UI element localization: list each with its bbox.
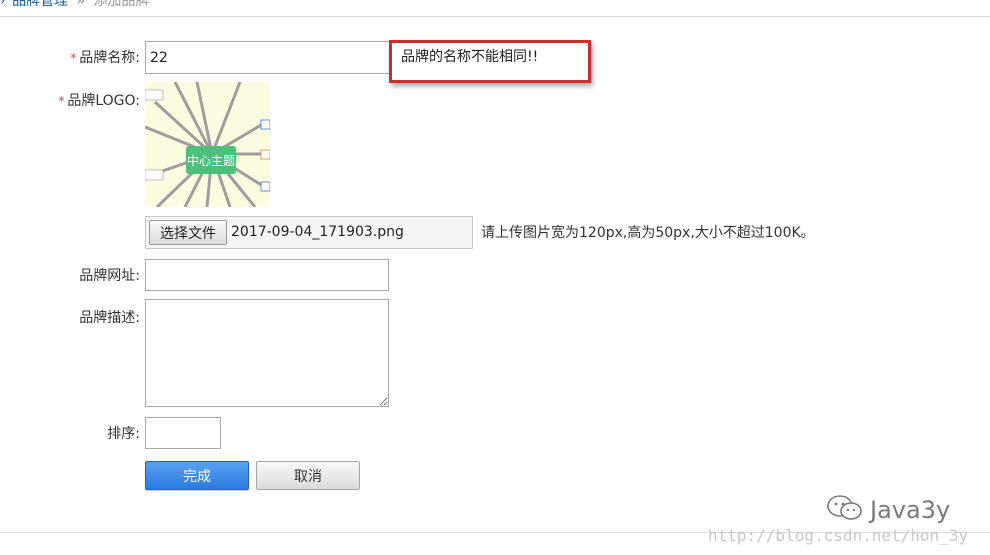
- wechat-icon: [826, 494, 864, 528]
- choose-file-button[interactable]: 选择文件: [149, 220, 227, 245]
- brand-logo-label: * 品牌LOGO:: [58, 93, 140, 109]
- cancel-button[interactable]: 取消: [256, 461, 360, 490]
- brand-name-label: * 品牌名称:: [70, 50, 140, 66]
- brand-url-label: 品牌网址:: [79, 268, 140, 284]
- mindmap-center-topic: 中心主题: [187, 153, 235, 168]
- breadcrumb-separator: »: [76, 0, 86, 9]
- sort-label: 排序:: [107, 426, 140, 442]
- breadcrumb: › 品牌管理 » 添加品牌: [0, 0, 990, 12]
- breadcrumb-brand-management-link[interactable]: 品牌管理: [12, 0, 68, 9]
- watermark-brand: Java3y: [826, 494, 950, 528]
- logo-upload-hint: 请上传图片宽为120px,高为50px,大小不超过100K。: [481, 225, 815, 241]
- breadcrumb-arrow-icon: ›: [0, 0, 6, 9]
- breadcrumb-current: 添加品牌: [93, 0, 150, 9]
- watermark-brand-text: Java3y: [870, 496, 951, 524]
- brand-name-input[interactable]: [145, 41, 393, 74]
- submit-button[interactable]: 完成: [145, 461, 249, 490]
- brand-name-error-message: 品牌的名称不能相同!!: [401, 49, 539, 65]
- brand-description-textarea[interactable]: [145, 299, 389, 407]
- logo-preview-image: 中心主题: [145, 82, 270, 207]
- logo-file-picker: 选择文件 2017-09-04_171903.png: [145, 216, 473, 249]
- required-mark: *: [58, 94, 65, 108]
- header-divider: [0, 16, 990, 17]
- brand-url-input[interactable]: [145, 259, 389, 291]
- sort-order-input[interactable]: [145, 417, 221, 449]
- mindmap-thumbnail: 中心主题: [145, 82, 270, 207]
- selected-file-name: 2017-09-04_171903.png: [231, 224, 404, 240]
- brand-description-label: 品牌描述:: [79, 310, 140, 326]
- watermark-url: http://blog.csdn.net/hon_3y: [708, 526, 969, 545]
- required-mark: *: [70, 51, 77, 65]
